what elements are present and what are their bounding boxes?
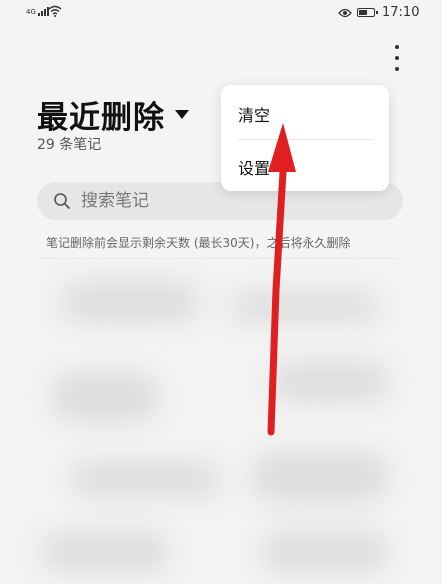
- divider: [40, 258, 398, 259]
- menu-item-clear[interactable]: 清空: [238, 102, 270, 126]
- more-options-icon[interactable]: [388, 44, 406, 72]
- menu-divider: [238, 139, 372, 140]
- page-title: 最近删除: [37, 100, 165, 136]
- search-icon: [54, 193, 70, 209]
- search-input[interactable]: [79, 190, 363, 212]
- status-bar: 4G 17:10: [0, 0, 442, 28]
- cellular-signal-icon: 4G: [26, 7, 49, 16]
- title-row[interactable]: 最近删除: [37, 92, 189, 137]
- menu-item-settings[interactable]: 设置: [238, 155, 270, 179]
- signal-label: 4G: [26, 8, 36, 16]
- retention-info-text: 笔记删除前会显示剩余天数 (最长30天)，之后将永久删除: [46, 236, 351, 250]
- battery-icon: [357, 8, 378, 17]
- dropdown-caret-icon[interactable]: [175, 110, 189, 119]
- eye-comfort-icon: [338, 8, 352, 18]
- wifi-icon: [48, 5, 62, 17]
- note-count: 29 条笔记: [37, 137, 102, 153]
- status-time: 17:10: [382, 5, 420, 20]
- battery-fill: [359, 10, 367, 15]
- blurred-note-list: [0, 262, 442, 584]
- overflow-menu: 清空 设置: [221, 85, 389, 191]
